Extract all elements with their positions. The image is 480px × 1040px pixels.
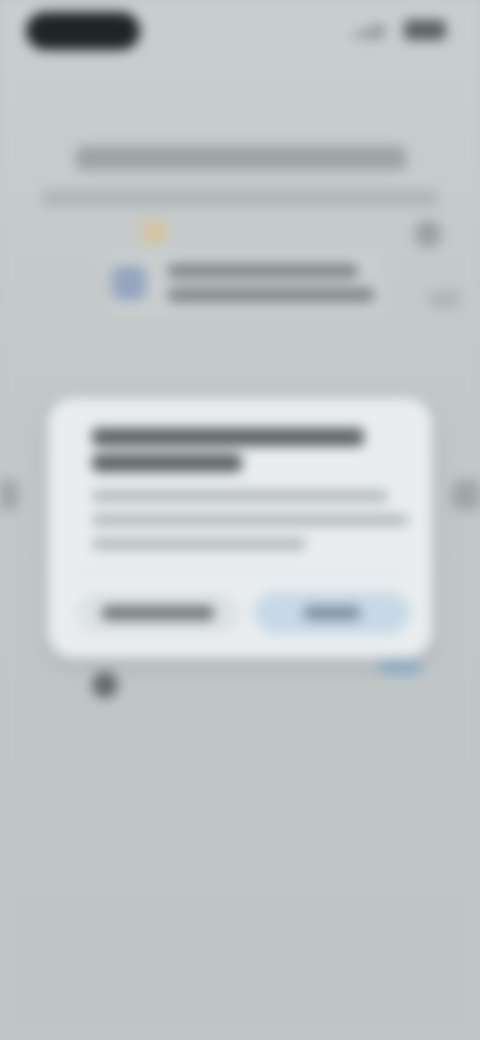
dialog-divider: [74, 570, 406, 572]
bottom-link[interactable]: [378, 660, 422, 674]
help-icon[interactable]: [414, 220, 442, 248]
blurred-screen: [0, 0, 480, 1040]
dialog-title-text: [92, 428, 93, 429]
status-time: [26, 12, 140, 50]
document-icon: [112, 266, 146, 300]
banner-text-line-1: [168, 264, 358, 278]
dialog-title-line-2: [92, 454, 242, 472]
dialog-body-line-3: [92, 538, 306, 550]
chevron-right-icon[interactable]: [428, 290, 462, 308]
page-subtitle: [42, 190, 438, 206]
dialog-body-text: [92, 490, 93, 491]
edge-arrow-right-icon[interactable]: [452, 480, 480, 510]
status-time-text: [26, 12, 27, 13]
banner-text-line-2: [168, 288, 374, 302]
page-title: [76, 146, 406, 170]
dialog-secondary-button[interactable]: [76, 592, 240, 634]
dialog-title: [92, 428, 364, 446]
primary-label-text: [304, 606, 305, 607]
dialog-primary-button[interactable]: [254, 592, 410, 634]
confirmation-dialog: [48, 398, 432, 658]
dialog-body: [92, 490, 388, 502]
battery-icon: [404, 20, 446, 40]
sparkle-icon: [140, 218, 166, 244]
info-banner[interactable]: [110, 250, 382, 316]
page-subtitle-text: [42, 190, 43, 191]
dialog-secondary-button-label: [102, 606, 214, 620]
signal-icon: [354, 24, 390, 38]
bottom-action-icon[interactable]: [92, 672, 118, 698]
dialog-primary-button-label: [304, 606, 360, 620]
status-bar: [0, 0, 480, 64]
secondary-label-text: [102, 606, 103, 607]
edge-arrow-left-icon[interactable]: [0, 480, 18, 510]
dialog-body-line-2: [92, 514, 408, 526]
page-title-text: [76, 146, 77, 147]
